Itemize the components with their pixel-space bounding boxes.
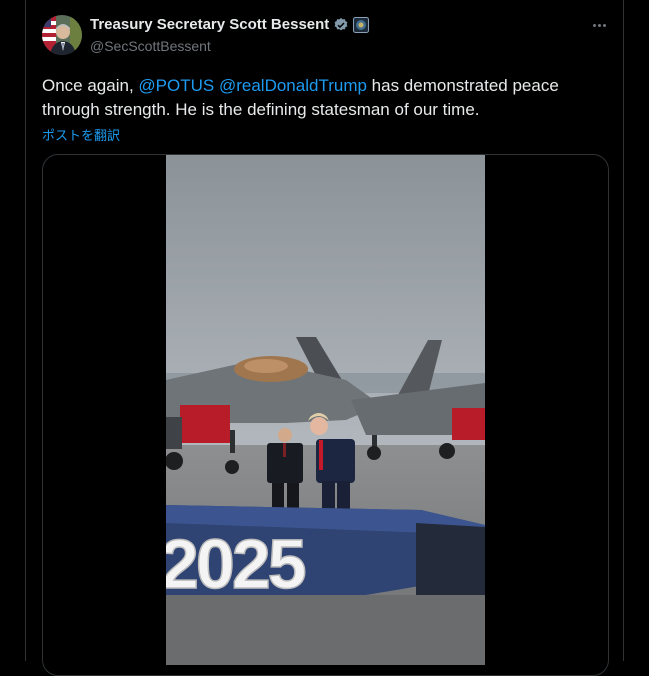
timeline-right-border bbox=[623, 0, 624, 661]
treasury-seal-icon[interactable] bbox=[353, 16, 370, 33]
mention-realdonaldtrump-link[interactable]: @realDonaldTrump bbox=[219, 76, 367, 95]
video-frame: 2025 bbox=[166, 155, 485, 665]
more-options-icon[interactable] bbox=[588, 14, 610, 36]
mention-potus-link[interactable]: @POTUS bbox=[138, 76, 214, 95]
author-display-name[interactable]: Treasury Secretary Scott Bessent bbox=[90, 16, 329, 33]
video-player[interactable]: 2025 bbox=[42, 154, 609, 676]
timeline-left-border bbox=[25, 0, 26, 661]
year-2025-sign: 2025 bbox=[166, 525, 305, 603]
tweet-text: Once again, @POTUS @realDonaldTrump has … bbox=[42, 74, 602, 122]
author-avatar[interactable] bbox=[42, 15, 82, 55]
verified-badge-icon[interactable] bbox=[333, 17, 349, 33]
tweet-text-prefix: Once again, bbox=[42, 76, 139, 95]
translate-post-link[interactable]: ポストを翻訳 bbox=[42, 125, 120, 144]
author-handle[interactable]: @SecScottBessent bbox=[90, 38, 211, 54]
